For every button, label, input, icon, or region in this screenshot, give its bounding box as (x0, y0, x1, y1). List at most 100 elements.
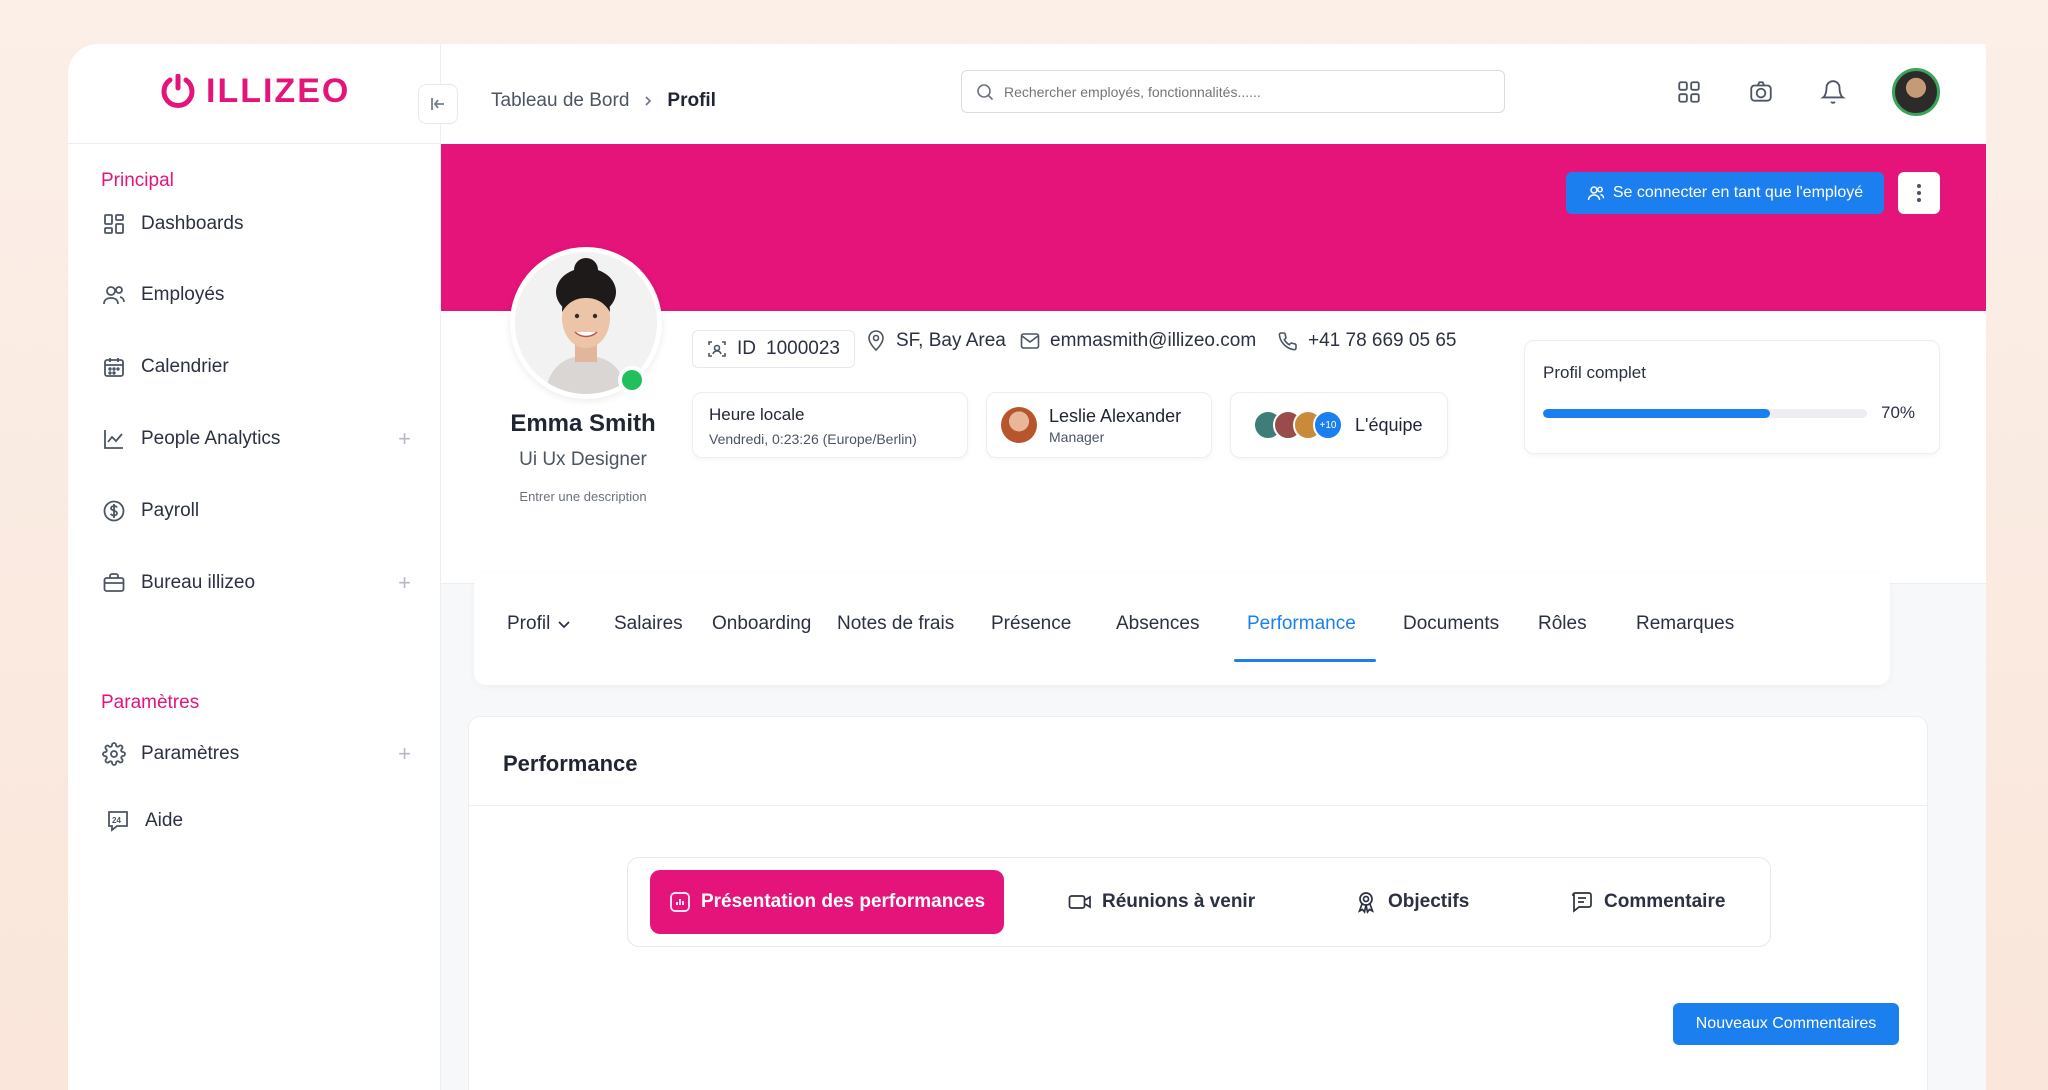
sidebar-item-calendrier[interactable]: Calendrier (101, 347, 411, 387)
breadcrumb-current: Profil (667, 90, 716, 111)
breadcrumb: Tableau de Bord Profil (491, 90, 716, 112)
scan-face-icon (708, 341, 726, 357)
video-icon (1068, 895, 1091, 909)
breadcrumb-root[interactable]: Tableau de Bord (491, 90, 629, 112)
chevron-down-icon (558, 621, 570, 629)
phone-text[interactable]: +41 78 669 05 65 (1308, 330, 1456, 352)
sidebar-item-label: Payroll (141, 500, 200, 521)
subtab-presentation[interactable]: Présentation des performances (650, 870, 1004, 934)
brand-name: ILLIZEO (206, 72, 351, 110)
subtab-label: Présentation des performances (700, 891, 986, 912)
tab-label: Rôles (1538, 613, 1587, 634)
new-comment-button[interactable]: Nouveaux Commentaires (1673, 1003, 1899, 1045)
impersonate-label: Se connecter en tant que l'employé (1612, 184, 1864, 201)
tab-performance[interactable]: Performance (1247, 613, 1356, 635)
tab-label: Notes de frais (837, 613, 955, 634)
expand-plus-icon[interactable]: + (398, 570, 411, 596)
impersonate-button[interactable]: Se connecter en tant que l'employé (1566, 172, 1884, 214)
svg-text:24: 24 (112, 816, 121, 825)
employee-id-chip: ID 1000023 (692, 330, 855, 368)
tab-roles[interactable]: Rôles (1538, 613, 1587, 635)
team-card[interactable]: +10 L'équipe (1230, 392, 1448, 458)
sidebar-item-parametres[interactable]: Paramètres + (101, 734, 411, 774)
tab-label: Onboarding (712, 613, 812, 634)
sidebar-item-people-analytics[interactable]: People Analytics + (101, 419, 411, 459)
phone-icon (1278, 332, 1297, 351)
online-status-indicator (618, 366, 646, 394)
sidebar-item-dashboards[interactable]: Dashboards (101, 204, 411, 244)
bell-icon[interactable] (1820, 79, 1846, 105)
sidebar-item-aide[interactable]: 24 Aide (101, 801, 411, 841)
sidebar-item-label: Calendrier (141, 356, 229, 377)
profile-completion-title: Profil complet (1543, 363, 1646, 382)
brand-logo[interactable]: ILLIZEO (160, 72, 350, 111)
manager-role: Manager (1049, 428, 1105, 445)
sidebar-item-employes[interactable]: Employés (101, 275, 411, 315)
sidebar-item-payroll[interactable]: Payroll (101, 491, 411, 531)
subtab-reunions[interactable]: Réunions à venir (1068, 870, 1255, 934)
tab-presence[interactable]: Présence (991, 613, 1071, 635)
profile-banner: Se connecter en tant que l'employé (441, 144, 1986, 311)
tab-onboarding[interactable]: Onboarding (712, 613, 811, 635)
search-input[interactable] (1004, 83, 1464, 100)
progress-fill (1543, 408, 1770, 418)
location-text: SF, Bay Area (896, 330, 1006, 351)
user-avatar[interactable] (1892, 68, 1940, 116)
subtab-commentaire[interactable]: Commentaire (1570, 870, 1725, 934)
chart-icon (101, 426, 127, 452)
progress-row: 70% (1543, 403, 1921, 423)
tab-notes-de-frais[interactable]: Notes de frais (837, 613, 954, 635)
sidebar-item-label: Dashboards (141, 213, 244, 234)
subtab-objectifs[interactable]: Objectifs (1354, 870, 1469, 934)
local-time-title: Heure locale (709, 405, 805, 424)
team-label: L'équipe (1355, 414, 1423, 435)
tab-remarques[interactable]: Remarques (1636, 613, 1734, 635)
camera-icon[interactable] (1748, 79, 1774, 105)
team-avatars: +10 (1253, 410, 1343, 440)
profile-completion-card: Profil complet 70% (1524, 340, 1940, 454)
progress-percent: 70% (1881, 403, 1916, 422)
local-time-value: Vendredi, 0:23:26 (Europe/Berlin) (709, 431, 917, 447)
briefcase-icon (101, 570, 127, 596)
more-options-button[interactable] (1898, 172, 1940, 214)
expand-plus-icon[interactable]: + (398, 741, 411, 767)
profile-description[interactable]: Entrer une description (480, 489, 686, 504)
tab-label: Présence (991, 613, 1072, 634)
local-time-card: Heure locale Vendredi, 0:23:26 (Europe/B… (692, 392, 968, 458)
mail-icon (1020, 333, 1040, 349)
sidebar-item-label: Paramètres (141, 743, 240, 764)
profile-name: Emma Smith (510, 410, 656, 437)
sidebar: ILLIZEO Principal Dashboards Employés Ca… (68, 44, 441, 1090)
tab-label: Remarques (1636, 613, 1735, 634)
users-icon (101, 282, 127, 308)
performance-panel: Performance Présentation des performance… (468, 716, 1928, 1090)
tab-label: Absences (1116, 613, 1200, 634)
tab-absences[interactable]: Absences (1116, 613, 1199, 635)
profile-role: Ui Ux Designer (519, 449, 647, 470)
search-icon (977, 83, 994, 100)
manager-card[interactable]: Leslie Alexander Manager (986, 392, 1212, 458)
dollar-icon (101, 498, 127, 524)
top-icons (1676, 68, 1940, 116)
collapse-sidebar-button[interactable] (418, 84, 458, 124)
tab-salaires[interactable]: Salaires (614, 613, 683, 635)
tab-profil[interactable]: Profil (507, 613, 572, 635)
sidebar-item-label: Aide (145, 810, 184, 831)
collapse-arrow-icon (431, 98, 444, 110)
sidebar-item-label: Employés (141, 284, 225, 305)
tab-documents[interactable]: Documents (1403, 613, 1499, 635)
email-text[interactable]: emmasmith@illizeo.com (1050, 330, 1256, 352)
sidebar-item-bureau-illizeo[interactable]: Bureau illizeo + (101, 563, 411, 603)
logo-ring-icon (161, 73, 195, 108)
section-parametres: Paramètres (101, 692, 200, 713)
subtab-label: Réunions à venir (1102, 891, 1256, 912)
expand-plus-icon[interactable]: + (398, 426, 411, 452)
apps-grid-icon[interactable] (1676, 79, 1702, 105)
kebab-icon (1917, 184, 1921, 202)
manager-name: Leslie Alexander (1049, 405, 1182, 426)
location-pin-icon (868, 330, 884, 352)
phone-info: +41 78 669 05 65 (1278, 330, 1456, 352)
tab-label: Performance (1247, 613, 1356, 634)
profile-tabs: Profil Salaires Onboarding Notes de frai… (474, 573, 1890, 685)
search-box[interactable] (961, 70, 1505, 113)
